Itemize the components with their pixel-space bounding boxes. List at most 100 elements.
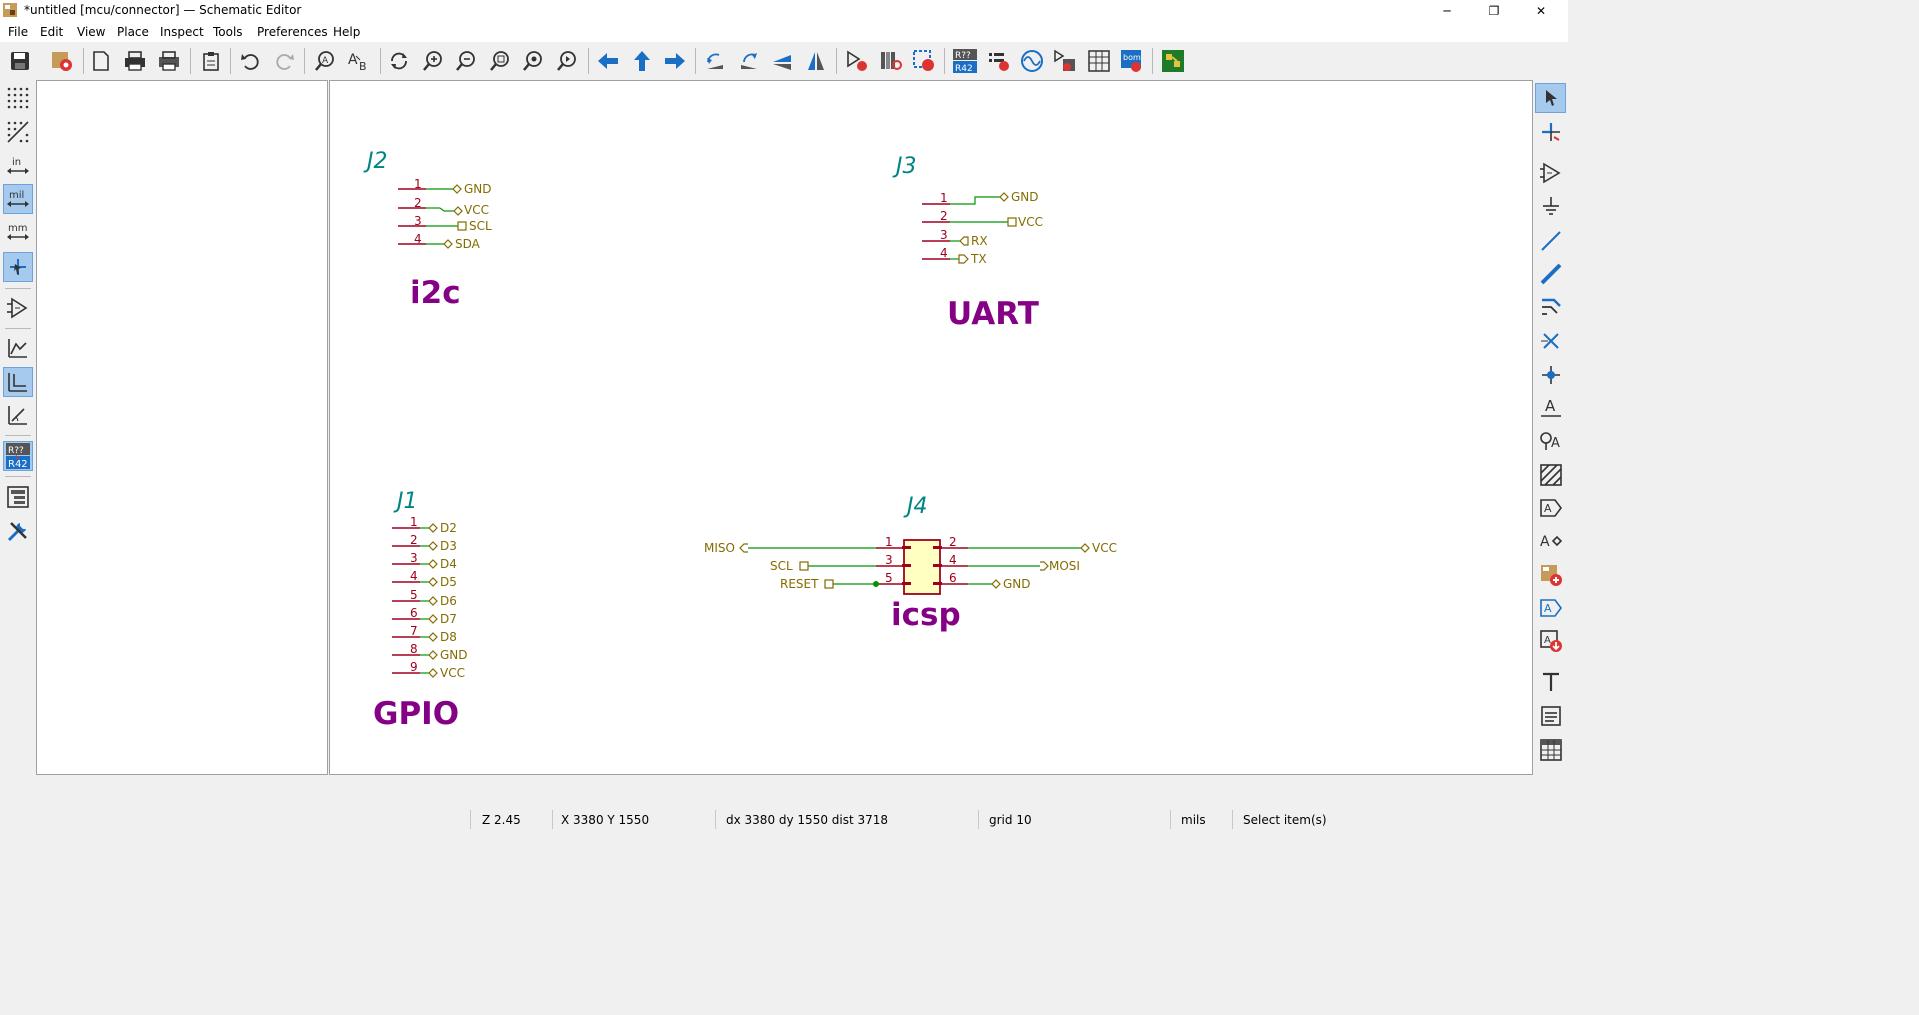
connector-j4[interactable]: J4 1 3 5 2 4 6 MISO SCL RESET VCC MOSI G… [704, 494, 1117, 633]
close-button[interactable]: ✕ [1518, 0, 1564, 22]
zoom-selection-icon[interactable] [552, 46, 582, 76]
undo-icon[interactable] [235, 46, 265, 76]
j1-pin-1: 1 [410, 515, 418, 529]
hierarchy-navigator-icon[interactable] [3, 482, 33, 512]
connector-j2[interactable]: J2 1 2 3 4 GND VCC SCL SDA i2c [363, 149, 492, 311]
connector-j1[interactable]: J1 1 2 3 4 5 6 7 8 9 D2 D3 D4 D5 D6 D7 D… [373, 489, 468, 732]
line-mode-45-icon[interactable] [3, 400, 33, 430]
add-rule-area-icon[interactable] [1535, 460, 1566, 490]
mirror-vertical-icon[interactable] [767, 46, 797, 76]
paste-icon[interactable] [196, 46, 226, 76]
line-mode-free-icon[interactable] [3, 333, 33, 363]
add-textbox-icon[interactable] [1535, 701, 1566, 731]
annotate-toggle-button[interactable]: R?? R42 [3, 441, 33, 471]
update-pcb-icon[interactable] [909, 46, 939, 76]
j1-pin-4: 4 [410, 569, 418, 583]
units-inches-button[interactable]: in [3, 151, 33, 181]
add-bus-icon[interactable] [1535, 259, 1566, 289]
j1-pin-6: 6 [410, 606, 418, 620]
j4-pin-3: 3 [885, 553, 893, 567]
add-text-icon[interactable] [1535, 667, 1566, 697]
units-mm-button[interactable]: mm [3, 217, 33, 247]
svg-text:A: A [322, 56, 329, 66]
add-hierarchical-label-icon[interactable]: A [1535, 526, 1566, 556]
navigate-up-icon[interactable] [627, 46, 657, 76]
menu-edit[interactable]: Edit [40, 25, 63, 39]
zoom-in-icon[interactable] [418, 46, 448, 76]
erc-icon[interactable] [984, 46, 1014, 76]
mirror-horizontal-icon[interactable] [801, 46, 831, 76]
grid-dots-icon[interactable] [3, 83, 33, 113]
page-settings-icon[interactable] [86, 46, 116, 76]
save-icon[interactable] [5, 46, 35, 76]
add-label-icon[interactable]: A [1535, 393, 1566, 423]
add-power-icon[interactable] [1535, 192, 1566, 222]
add-sheet-icon[interactable] [1535, 560, 1566, 590]
grid-override-icon[interactable] [3, 117, 33, 147]
select-tool-button[interactable] [1535, 83, 1566, 113]
add-bus-entry-icon[interactable] [1535, 292, 1566, 322]
crosshair-cursor-button[interactable] [3, 252, 33, 282]
add-table-icon[interactable] [1535, 735, 1566, 765]
line-mode-90-icon[interactable] [3, 367, 33, 397]
j1-label-d6: D6 [440, 594, 457, 608]
add-wire-icon[interactable] [1535, 226, 1566, 256]
refresh-icon[interactable] [384, 46, 414, 76]
schematic-canvas[interactable]: J2 1 2 3 4 GND VCC SCL SDA i2c J3 1 2 3 … [329, 80, 1533, 775]
menu-tools[interactable]: Tools [213, 25, 243, 39]
navigate-back-icon[interactable] [593, 46, 623, 76]
symbol-editor-icon[interactable] [842, 46, 872, 76]
redo-icon[interactable] [270, 46, 300, 76]
minimize-button[interactable]: ─ [1424, 0, 1470, 22]
j1-label-d5: D5 [440, 575, 457, 589]
menu-file[interactable]: File [8, 25, 28, 39]
assign-footprints-icon[interactable] [1050, 46, 1080, 76]
units-mils-button[interactable]: mil [3, 184, 33, 214]
add-junction-icon[interactable] [1535, 360, 1566, 390]
j3-label-tx: TX [970, 252, 987, 266]
bom-icon[interactable]: bom [1117, 46, 1147, 76]
rotate-ccw-icon[interactable] [700, 46, 730, 76]
menu-help[interactable]: Help [333, 25, 360, 39]
symbol-browser-icon[interactable] [876, 46, 906, 76]
menu-place[interactable]: Place [117, 25, 149, 39]
properties-tools-icon[interactable] [3, 516, 33, 546]
left-toolbar: in mil mm R?? R42 [0, 80, 36, 780]
status-bar: Z 2.45 X 3380 Y 1550 dx 3380 dy 1550 dis… [0, 810, 1568, 829]
field-table-icon[interactable] [1084, 46, 1114, 76]
schematic-setup-icon[interactable] [47, 46, 77, 76]
import-sheet-pin-icon[interactable]: A [1535, 626, 1566, 656]
hidden-pins-icon[interactable] [3, 293, 33, 323]
j1-pin-2: 2 [410, 533, 418, 547]
add-net-class-directive-icon[interactable]: A [1535, 426, 1566, 456]
add-global-label-icon[interactable]: A [1535, 493, 1566, 523]
j4-note-icsp: icsp [891, 597, 961, 633]
find-icon[interactable]: A [310, 46, 340, 76]
no-connect-icon[interactable] [1535, 326, 1566, 356]
pcb-editor-icon[interactable] [1158, 46, 1188, 76]
print-icon[interactable] [120, 46, 150, 76]
annotate-icon[interactable]: R?? R42 [950, 46, 980, 76]
zoom-objects-icon[interactable] [518, 46, 548, 76]
j1-pin-9: 9 [410, 660, 418, 674]
zoom-out-icon[interactable] [451, 46, 481, 76]
menu-inspect[interactable]: Inspect [160, 25, 204, 39]
maximize-button[interactable]: ❐ [1471, 0, 1517, 22]
simulator-icon[interactable] [1017, 46, 1047, 76]
rotate-cw-icon[interactable] [734, 46, 764, 76]
title-bar: *untitled [mcu/connector] — Schematic Ed… [0, 0, 1568, 22]
zoom-fit-icon[interactable] [485, 46, 515, 76]
navigate-forward-icon[interactable] [660, 46, 690, 76]
menu-preferences[interactable]: Preferences [257, 25, 328, 39]
j2-label-sda: SDA [455, 237, 481, 251]
j2-label-vcc: VCC [464, 203, 489, 217]
plot-icon[interactable] [154, 46, 184, 76]
add-sheet-pin-icon[interactable]: A [1535, 593, 1566, 623]
side-panel [36, 80, 328, 775]
j4-label-mosi: MOSI [1049, 559, 1080, 573]
connector-j3[interactable]: J3 1 2 3 4 GND VCC RX TX UART [892, 154, 1043, 332]
menu-view[interactable]: View [77, 25, 105, 39]
add-symbol-icon[interactable] [1535, 158, 1566, 188]
find-replace-icon[interactable]: AB [344, 46, 374, 76]
highlight-net-icon[interactable] [1535, 117, 1566, 147]
